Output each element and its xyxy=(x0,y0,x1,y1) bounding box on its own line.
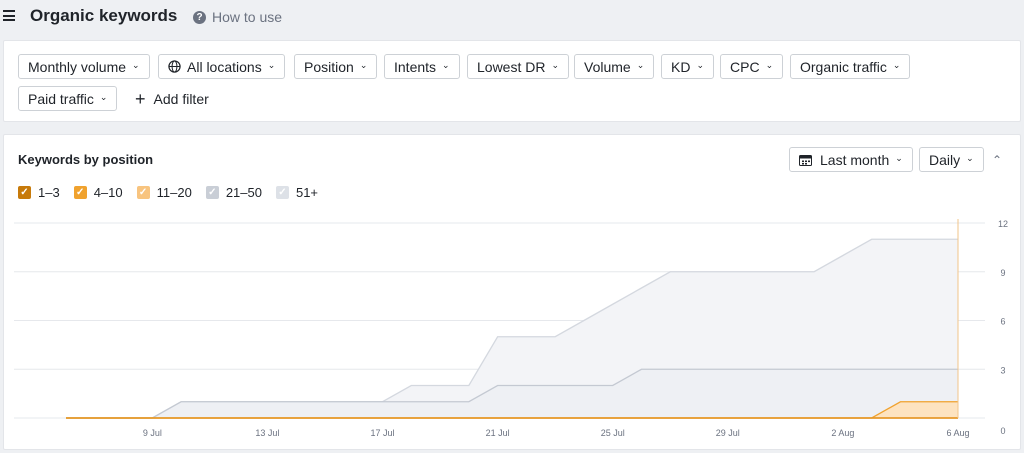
chevron-down-icon: ⌄ xyxy=(359,60,368,70)
how-to-use-label: How to use xyxy=(212,9,283,25)
x-tick-label: 29 Jul xyxy=(716,428,740,438)
x-tick-label: 13 Jul xyxy=(255,428,279,438)
filter-organic-traffic[interactable]: Organic traffic ⌄ xyxy=(790,54,911,79)
filter-label: Paid traffic xyxy=(28,90,94,107)
chevron-down-icon: ⌄ xyxy=(99,92,108,102)
x-tick-label: 9 Jul xyxy=(143,428,162,438)
globe-icon xyxy=(168,60,181,73)
y-tick-label: 0 xyxy=(1000,426,1005,436)
x-tick-label: 6 Aug xyxy=(946,428,969,438)
filter-monthly-volume[interactable]: Monthly volume ⌄ xyxy=(18,54,150,79)
y-tick-label: 6 xyxy=(1000,317,1005,327)
filter-label: Intents xyxy=(394,58,437,75)
how-to-use-link[interactable]: ? How to use xyxy=(193,9,282,25)
filter-kd[interactable]: KD ⌄ xyxy=(661,54,714,79)
chevron-down-icon: ⌄ xyxy=(636,60,645,70)
filter-volume[interactable]: Volume ⌄ xyxy=(574,54,655,79)
filter-all-locations[interactable]: All locations ⌄ xyxy=(158,54,286,79)
question-icon: ? xyxy=(193,10,206,24)
chevron-down-icon: ⌄ xyxy=(696,60,704,70)
x-tick-label: 17 Jul xyxy=(371,428,395,438)
filter-bar: Monthly volume ⌄ All locations ⌄ Position ⌄… xyxy=(3,40,1021,122)
page-header: Organic keywords ? How to use xyxy=(0,0,1024,34)
add-filter-label: Add filter xyxy=(153,91,209,107)
filter-label: Organic traffic xyxy=(800,58,887,75)
chevron-down-icon: ⌄ xyxy=(551,60,560,70)
filter-label: KD xyxy=(671,58,691,75)
add-filter-button[interactable]: + Add filter xyxy=(135,89,209,109)
keywords-position-chart: 0 3 6 9 12 9 Jul 13 Jul 17 Jul 21 Jul 25 Jul 29 Ju… xyxy=(14,219,1008,438)
filter-label: Lowest DR xyxy=(477,58,546,75)
filter-label: All locations xyxy=(187,58,262,75)
y-tick-label: 12 xyxy=(998,219,1008,229)
x-tick-label: 21 Jul xyxy=(486,428,510,438)
y-tick-label: 9 xyxy=(1000,268,1005,278)
filter-position[interactable]: Position ⌄ xyxy=(294,54,378,79)
chevron-down-icon: ⌄ xyxy=(892,60,901,70)
x-tick-label: 25 Jul xyxy=(601,428,625,438)
filter-lowest-dr[interactable]: Lowest DR ⌄ xyxy=(467,54,570,79)
menu-icon[interactable] xyxy=(3,10,15,21)
page-title: Organic keywords xyxy=(30,6,178,25)
x-tick-label: 2 Aug xyxy=(831,428,854,438)
chevron-down-icon: ⌄ xyxy=(442,60,450,70)
filter-label: Monthly volume xyxy=(28,58,127,75)
filter-paid-traffic[interactable]: Paid traffic ⌄ xyxy=(18,86,118,111)
y-tick-label: 3 xyxy=(1000,365,1005,375)
plus-icon: + xyxy=(135,89,146,109)
chevron-down-icon: ⌄ xyxy=(132,60,140,70)
filter-cpc[interactable]: CPC ⌄ xyxy=(720,54,784,79)
filter-label: CPC xyxy=(730,58,760,75)
chevron-down-icon: ⌄ xyxy=(267,60,276,70)
filter-label: Volume xyxy=(584,58,631,75)
chevron-down-icon: ⌄ xyxy=(765,60,774,70)
filter-label: Position xyxy=(304,58,354,75)
filter-intents[interactable]: Intents ⌄ xyxy=(384,54,460,79)
